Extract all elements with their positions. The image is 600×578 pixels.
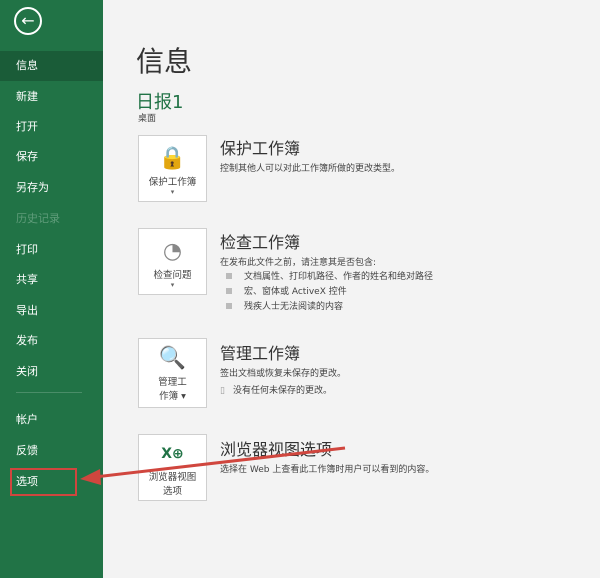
annotation-arrow — [80, 446, 346, 485]
